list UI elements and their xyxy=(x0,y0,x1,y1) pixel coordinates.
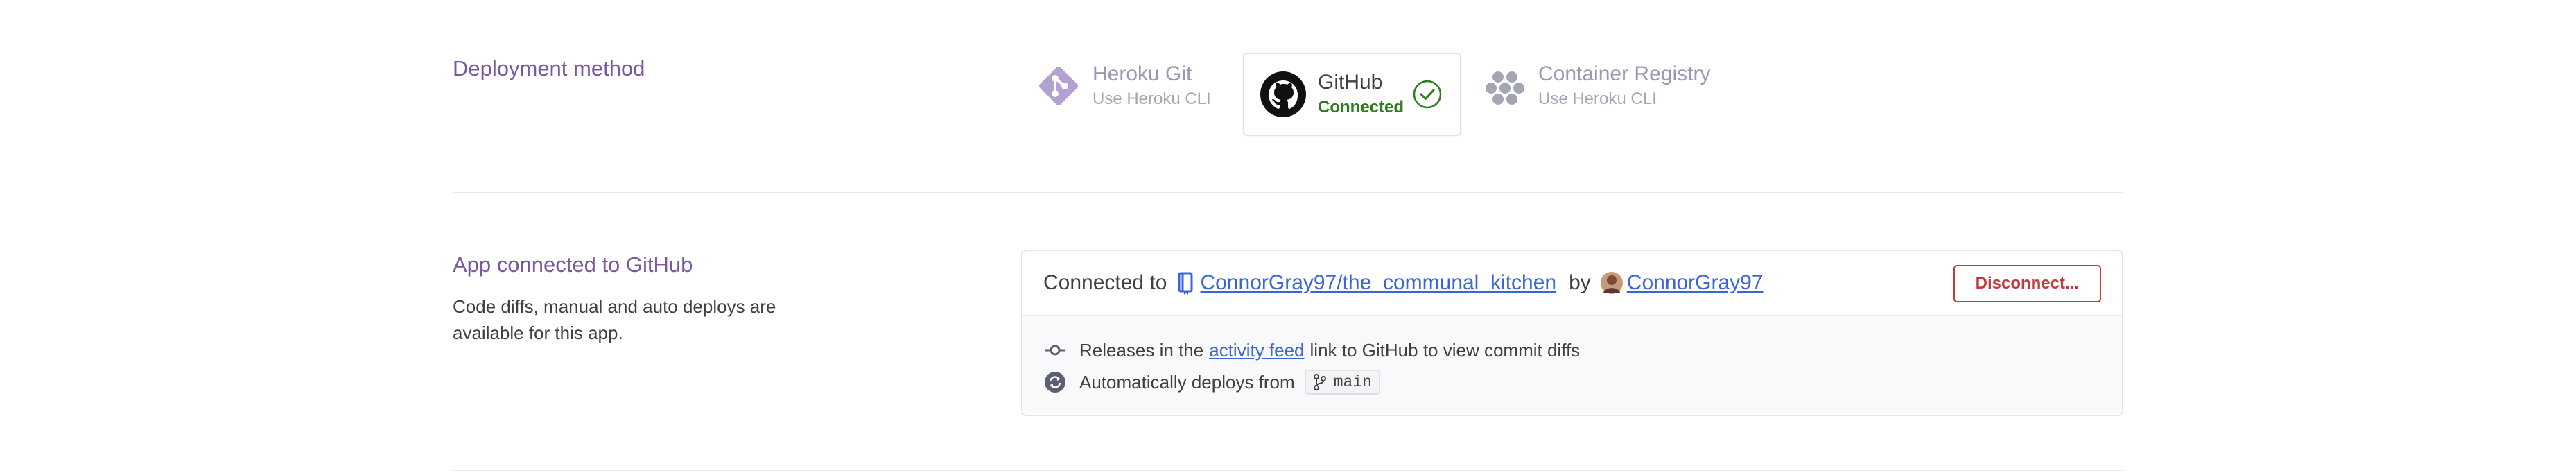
auto-deploy-label: Automatically deploys from xyxy=(1079,371,1295,393)
container-registry-sub: Use Heroku CLI xyxy=(1538,89,1657,108)
github-label: GitHub xyxy=(1318,71,1383,94)
releases-suffix: link to GitHub to view commit diffs xyxy=(1309,339,1581,361)
container-registry-label: Container Registry xyxy=(1538,62,1711,85)
check-circle-icon xyxy=(1412,79,1443,110)
heroku-git-sub: Use Heroku CLI xyxy=(1093,89,1211,108)
section-divider-bottom xyxy=(453,470,2123,471)
repo-link[interactable]: ConnorGray97/the_communal_kitchen xyxy=(1200,271,1556,295)
by-label: by xyxy=(1569,271,1591,294)
branch-name: main xyxy=(1333,373,1372,391)
connection-details: Releases in the activity feed link to Gi… xyxy=(1022,316,2122,413)
github-icon xyxy=(1260,71,1307,118)
heroku-git-icon xyxy=(1034,62,1083,110)
deployment-method-title: Deployment method xyxy=(453,56,645,80)
branch-badge: main xyxy=(1304,370,1380,395)
commit-icon xyxy=(1043,338,1067,362)
auto-deploy-info: Automatically deploys from main xyxy=(1043,366,2122,398)
app-connected-title: App connected to GitHub xyxy=(453,252,693,277)
github-connection-panel: Connected to ConnorGray97/the_communal_k… xyxy=(1021,250,2123,416)
method-heroku-git[interactable]: Heroku Git Use Heroku CLI xyxy=(1034,61,1211,111)
section-divider xyxy=(453,192,2123,194)
disconnect-button[interactable]: Disconnect... xyxy=(1953,265,2101,302)
container-registry-icon xyxy=(1481,62,1530,110)
connected-to-label: Connected to xyxy=(1043,271,1167,294)
auto-deploy-icon xyxy=(1043,370,1067,394)
heroku-git-label: Heroku Git xyxy=(1093,62,1192,85)
branch-icon xyxy=(1313,373,1327,391)
method-github[interactable]: GitHub Connected xyxy=(1243,53,1461,136)
releases-info: Releases in the activity feed link to Gi… xyxy=(1043,334,2122,366)
user-link[interactable]: ConnorGray97 xyxy=(1627,271,1764,295)
app-connected-description: Code diffs, manual and auto deploys are … xyxy=(453,296,776,343)
method-container-registry[interactable]: Container Registry Use Heroku CLI xyxy=(1481,61,1710,111)
activity-feed-link[interactable]: activity feed xyxy=(1209,340,1304,361)
github-connected-status: Connected xyxy=(1318,98,1404,117)
repo-icon xyxy=(1176,271,1194,295)
releases-prefix: Releases in the xyxy=(1079,339,1204,361)
connection-header: Connected to ConnorGray97/the_communal_k… xyxy=(1022,251,2122,316)
avatar xyxy=(1600,272,1623,294)
